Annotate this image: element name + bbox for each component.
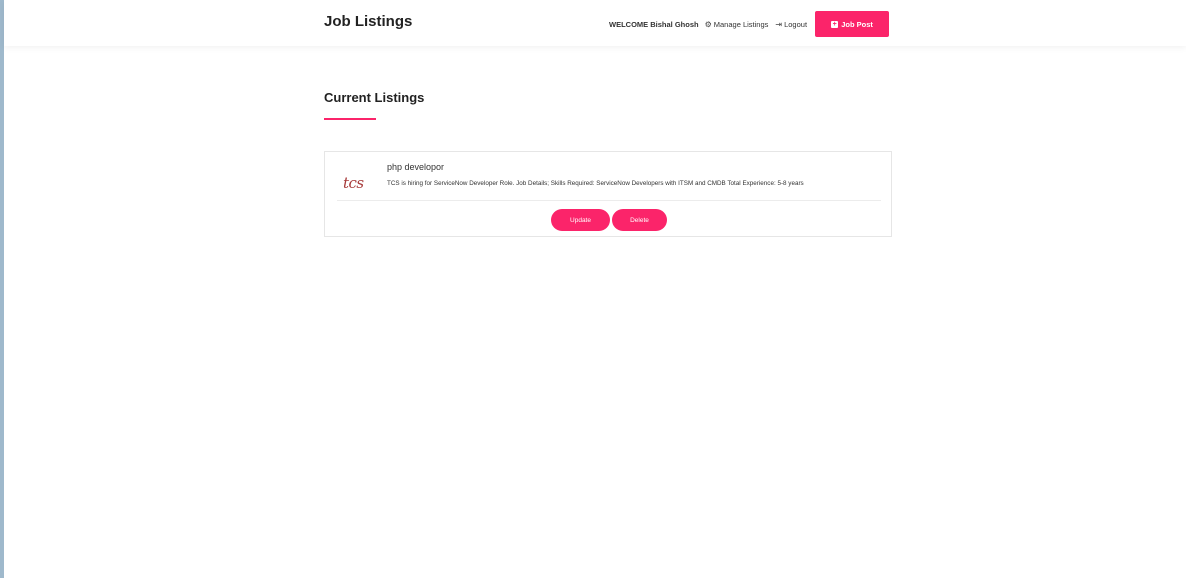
job-post-label: Job Post [841, 19, 873, 29]
manage-listings-link[interactable]: ⚙ Manage Listings [705, 20, 769, 29]
manage-listings-label: Manage Listings [713, 19, 769, 29]
listing-actions: Update Delete [551, 209, 667, 231]
title-underline [324, 118, 376, 120]
company-logo: tcs [343, 174, 364, 192]
welcome-text: WELCOME Bishal Ghosh [609, 19, 699, 29]
sign-out-icon: ⇥ [775, 19, 783, 29]
job-description: TCS is hiring for ServiceNow Developer R… [387, 180, 804, 187]
card-divider [337, 200, 881, 201]
delete-button[interactable]: Delete [612, 209, 667, 231]
gears-icon: ⚙ [704, 19, 712, 29]
update-button[interactable]: Update [551, 209, 610, 231]
page-frame: Job Listings WELCOME Bishal Ghosh ⚙ Mana… [0, 0, 1186, 578]
logout-label: Logout [784, 19, 808, 29]
job-post-button[interactable]: + Job Post [815, 11, 890, 37]
logout-link[interactable]: ⇥ Logout [775, 20, 807, 29]
top-navbar: Job Listings WELCOME Bishal Ghosh ⚙ Mana… [4, 0, 1186, 46]
nav-right: WELCOME Bishal Ghosh ⚙ Manage Listings ⇥… [609, 11, 890, 37]
job-title: php developor [387, 162, 445, 172]
plus-square-icon: + [831, 20, 839, 28]
page-title: Current Listings [324, 90, 425, 105]
listing-card: tcs php developor TCS is hiring for Serv… [324, 151, 892, 237]
brand-title[interactable]: Job Listings [324, 13, 412, 30]
